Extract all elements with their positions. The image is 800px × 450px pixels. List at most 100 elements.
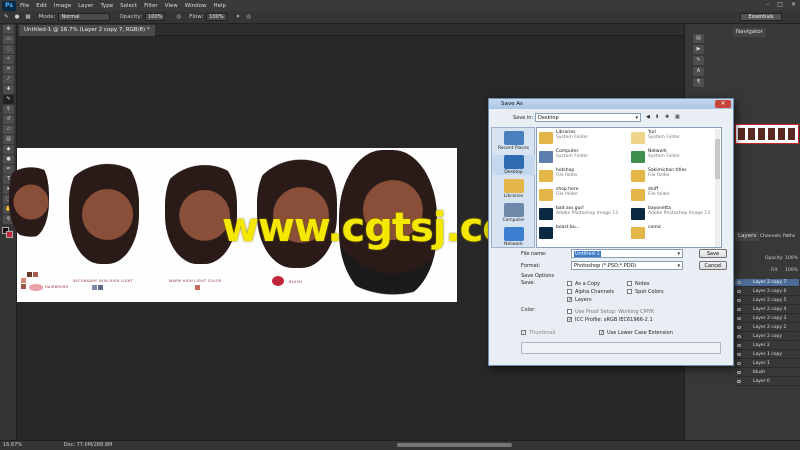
brush-preset-icon[interactable]: ● (15, 14, 20, 20)
flow-input[interactable]: 100% (206, 13, 227, 21)
eye-icon[interactable] (737, 371, 741, 374)
gradient-icon[interactable]: ▤ (3, 135, 14, 144)
character-icon[interactable]: A (693, 67, 704, 76)
healing-brush-icon[interactable]: ✚ (3, 85, 14, 94)
menu-filter[interactable]: Filter (144, 3, 158, 9)
dodge-tool-icon[interactable]: ● (3, 155, 14, 164)
place-libraries[interactable]: Libraries (492, 179, 535, 199)
file-item[interactable]: Network System Folder (629, 149, 721, 166)
brush-tool-icon[interactable]: ✎ (4, 14, 9, 20)
eyedropper-icon[interactable]: ⁄ (3, 75, 14, 84)
eye-icon[interactable] (737, 326, 741, 329)
new-folder-icon[interactable]: ✚ (665, 114, 669, 120)
thumbnail-checkbox[interactable]: ✓ (521, 330, 526, 336)
cancel-button[interactable]: Cancel (699, 261, 727, 270)
brush-panel-icon[interactable]: ✎ (693, 56, 704, 65)
eye-icon[interactable] (737, 290, 741, 293)
pressure-opacity-icon[interactable]: ◎ (176, 14, 181, 20)
layer-row[interactable]: Layer 2 copy 5 (735, 297, 799, 305)
use-proof-checkbox[interactable] (567, 309, 572, 314)
file-item[interactable]: stuff File folder (629, 187, 721, 204)
mode-select[interactable]: Normal (58, 13, 111, 21)
file-item[interactable]: shop here File folder (537, 187, 629, 204)
as-copy-checkbox[interactable] (567, 281, 572, 286)
eye-icon[interactable] (737, 353, 741, 356)
file-item[interactable]: Sakimichan titles File folder (629, 168, 721, 185)
layer-row[interactable]: Layer 1 (735, 360, 799, 368)
file-item[interactable]: Yuri System Folder (629, 130, 721, 147)
layer-row[interactable]: blush (735, 369, 799, 377)
layer-row[interactable]: Layer 2 copy (735, 333, 799, 341)
crop-tool-icon[interactable]: ⌗ (3, 65, 14, 74)
file-list-scrollbar[interactable] (715, 129, 720, 247)
file-item[interactable]: Libraries System Folder (537, 130, 629, 147)
file-item[interactable]: hotshop File folder (537, 168, 629, 185)
background-color[interactable] (6, 231, 13, 238)
paragraph-icon[interactable]: ¶ (693, 78, 704, 87)
paths-tab[interactable]: Paths (780, 232, 798, 241)
file-item[interactable]: bad ass gurl Adobe Photoshop Image 13 (537, 206, 629, 223)
horizontal-scrollbar[interactable] (397, 443, 512, 447)
eye-icon[interactable] (737, 362, 741, 365)
file-list[interactable]: Libraries System Folder Yuri System Folder… (536, 127, 722, 248)
back-icon[interactable]: ◀ (646, 114, 650, 120)
navigator-tab[interactable]: Navigator (733, 28, 766, 37)
layer-row[interactable]: Layer 2 copy 4 (735, 306, 799, 314)
blur-tool-icon[interactable]: ◆ (3, 145, 14, 154)
airbrush-icon[interactable]: ✦ (236, 14, 241, 20)
menu-layer[interactable]: Layer (78, 3, 93, 9)
format-select[interactable]: Photoshop (*.PSD;*.PDD) ▾ (571, 261, 683, 270)
move-tool-icon[interactable]: ✥ (3, 25, 14, 34)
dialog-close-button[interactable]: ✕ (715, 100, 731, 108)
lasso-tool-icon[interactable]: ◌ (3, 45, 14, 54)
file-item[interactable]: bayonetta Adobe Photoshop Image 13 (629, 206, 721, 223)
document-tab[interactable]: Untitled-1 @ 16.7% (Layer 2 copy 7, RGB/… (19, 25, 155, 36)
up-folder-icon[interactable]: ⬆ (655, 114, 659, 120)
menu-edit[interactable]: Edit (36, 3, 47, 9)
brush-tool-icon[interactable]: ✎ (3, 95, 14, 104)
view-menu-icon[interactable]: ▦ (675, 114, 680, 120)
alpha-checkbox[interactable] (567, 289, 572, 294)
history-icon[interactable]: ▤ (693, 34, 704, 43)
maximize-icon[interactable]: □ (777, 1, 783, 8)
eye-icon[interactable] (737, 281, 741, 284)
layer-row[interactable]: Layer 2 copy 2 (735, 324, 799, 332)
eye-icon[interactable] (737, 344, 741, 347)
quick-select-icon[interactable]: ✧ (3, 55, 14, 64)
file-name-input[interactable]: Untitled-1 ▾ (571, 249, 683, 258)
eye-icon[interactable] (737, 308, 741, 311)
eraser-icon[interactable]: ▱ (3, 125, 14, 134)
menu-help[interactable]: Help (213, 3, 226, 9)
pressure-size-icon[interactable]: ◎ (246, 14, 251, 20)
marquee-tool-icon[interactable]: ▭ (3, 35, 14, 44)
notes-checkbox[interactable] (627, 281, 632, 286)
layer-opacity-value[interactable]: 100% (785, 256, 798, 261)
close-icon[interactable]: ✕ (791, 1, 796, 8)
layers-tab[interactable]: Layers (735, 232, 760, 241)
dialog-title-bar[interactable]: Save As ✕ (489, 99, 733, 109)
eye-icon[interactable] (737, 317, 741, 320)
actions-icon[interactable]: ▶ (693, 45, 704, 54)
brush-panel-icon[interactable]: ▦ (25, 14, 30, 20)
layer-row[interactable]: Layer 2 copy 7 (735, 279, 799, 287)
file-item[interactable]: Computer System Folder (537, 149, 629, 166)
layer-row[interactable]: Layer 0 (735, 378, 799, 386)
place-network[interactable]: Network (492, 227, 535, 247)
menu-window[interactable]: Window (185, 3, 207, 9)
minimize-icon[interactable]: – (766, 1, 769, 8)
layer-fill-value[interactable]: 100% (785, 268, 798, 273)
place-desktop[interactable]: Desktop (492, 155, 535, 175)
workspace-select[interactable]: Essentials (740, 13, 782, 21)
layer-row[interactable]: Layer 1 copy (735, 351, 799, 359)
spot-checkbox[interactable] (627, 289, 632, 294)
place-recent[interactable]: Recent Places (492, 131, 535, 151)
history-brush-icon[interactable]: ↺ (3, 115, 14, 124)
stamp-tool-icon[interactable]: ⚲ (3, 105, 14, 114)
menu-select[interactable]: Select (120, 3, 137, 9)
layer-row[interactable]: Layer 2 (735, 342, 799, 350)
place-computer[interactable]: Computer (492, 203, 535, 223)
menu-image[interactable]: Image (54, 3, 71, 9)
layer-row[interactable]: Layer 2 copy 3 (735, 315, 799, 323)
menu-view[interactable]: View (165, 3, 178, 9)
file-item[interactable]: comic (629, 225, 721, 242)
